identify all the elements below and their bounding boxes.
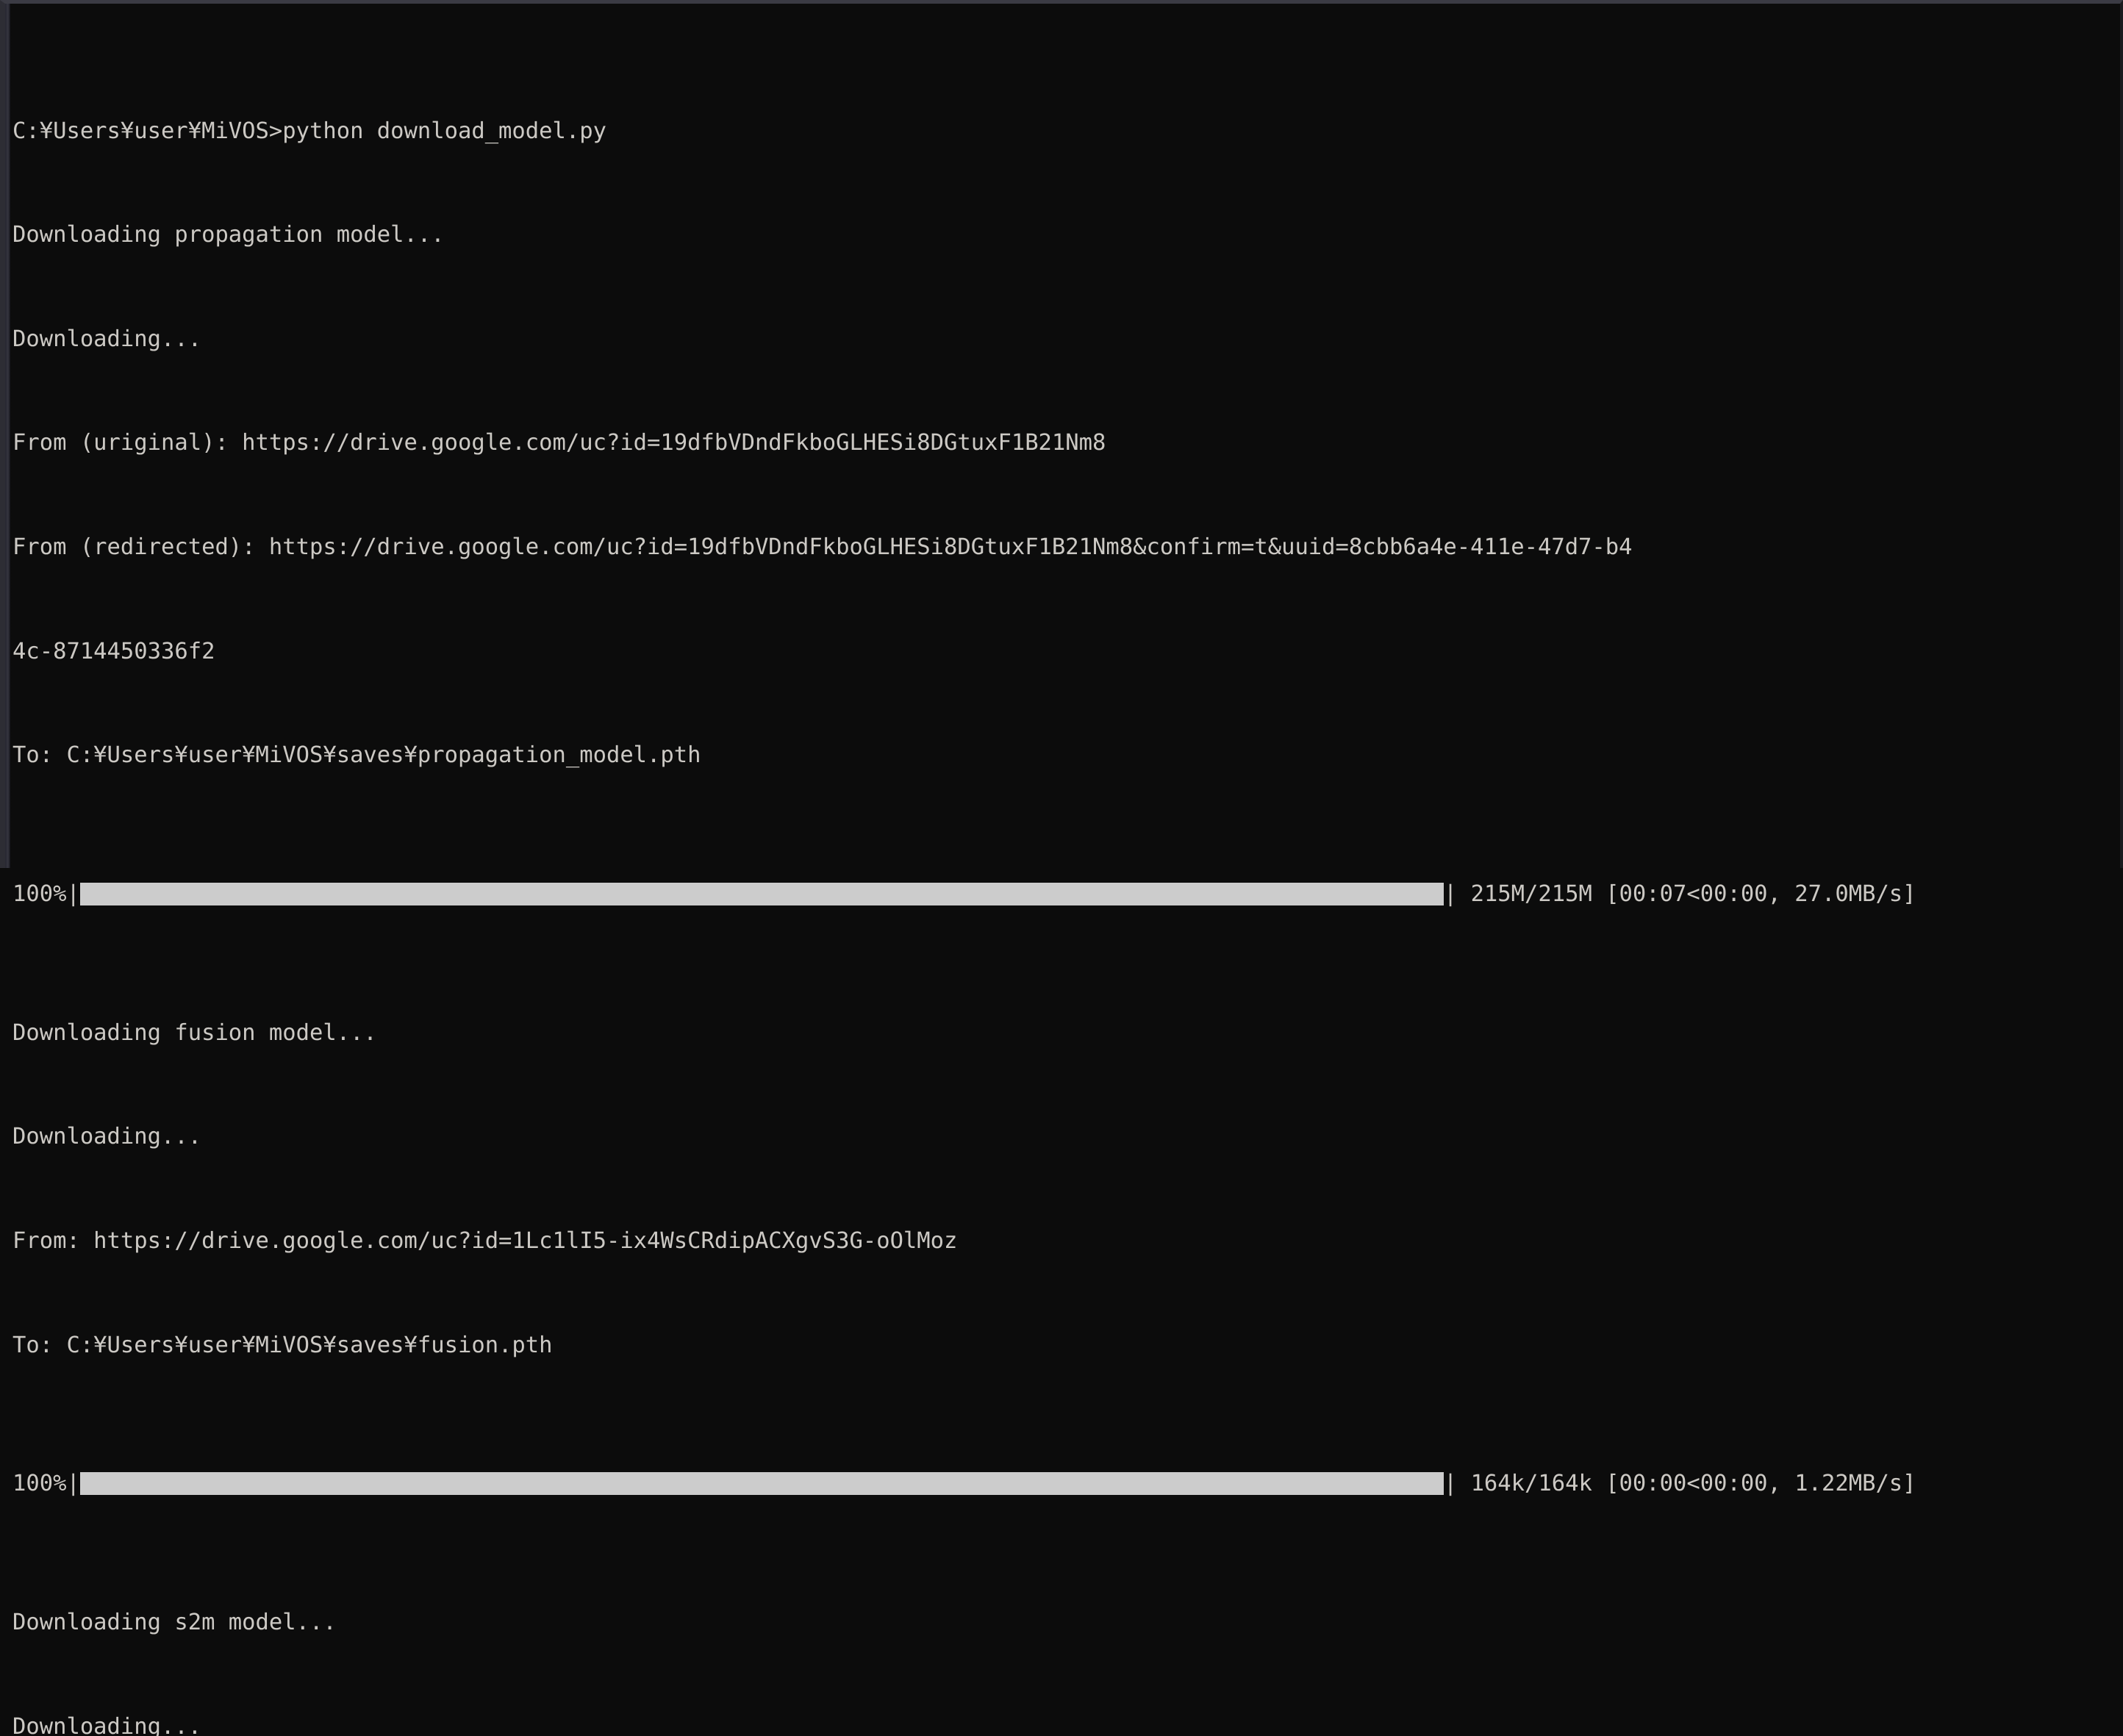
progress-stats-label: 215M/215M [00:07<00:00, 27.0MB/s] <box>1470 880 1916 907</box>
progress-stats-label: 164k/164k [00:00<00:00, 1.22MB/s] <box>1470 1471 1916 1497</box>
destination-line-fusion: To: C:¥Users¥user¥MiVOS¥saves¥fusion.pth <box>12 1332 553 1358</box>
progress-bar-propagation: 100% | | 215M/215M [00:07<00:00, 27.0MB/… <box>12 877 2120 911</box>
redirect-url-line-propagation: From (redirected): https://drive.google.… <box>12 534 1633 560</box>
destination-line-propagation: To: C:¥Users¥user¥MiVOS¥saves¥propagatio… <box>12 742 701 769</box>
status-line-downloading-s2m: Downloading... <box>12 1713 202 1736</box>
progress-pipe-close: | <box>1443 880 1471 907</box>
status-line-fusion: Downloading fusion model... <box>12 1019 377 1046</box>
status-line-propagation: Downloading propagation model... <box>12 222 445 248</box>
url-wrap-line-propagation: 4c-8714450336f2 <box>12 638 215 664</box>
progress-bar-fusion: 100% | | 164k/164k [00:00<00:00, 1.22MB/… <box>12 1466 2120 1501</box>
source-url-line-propagation: From (uriginal): https://drive.google.co… <box>12 430 1106 456</box>
status-line-s2m: Downloading s2m model... <box>12 1610 337 1636</box>
command-line: C:¥Users¥user¥MiVOS>python download_mode… <box>12 118 606 144</box>
progress-bar-fill <box>79 1472 1444 1496</box>
progress-percent-label: 100% <box>12 1471 67 1497</box>
progress-bar-fill <box>79 883 1444 906</box>
progress-pipe-open: | <box>66 1471 80 1497</box>
progress-pipe-close: | <box>1443 1471 1471 1497</box>
terminal-window[interactable]: C:¥Users¥user¥MiVOS>python download_mode… <box>0 0 2123 1736</box>
status-line-downloading-fusion: Downloading... <box>12 1124 202 1150</box>
progress-percent-label: 100% <box>12 880 67 907</box>
source-url-line-fusion: From: https://drive.google.com/uc?id=1Lc… <box>12 1227 958 1254</box>
terminal-screen[interactable]: C:¥Users¥user¥MiVOS>python download_mode… <box>12 10 2120 1736</box>
window-left-edge <box>5 4 10 868</box>
status-line-downloading: Downloading... <box>12 326 202 352</box>
progress-pipe-open: | <box>66 880 80 907</box>
